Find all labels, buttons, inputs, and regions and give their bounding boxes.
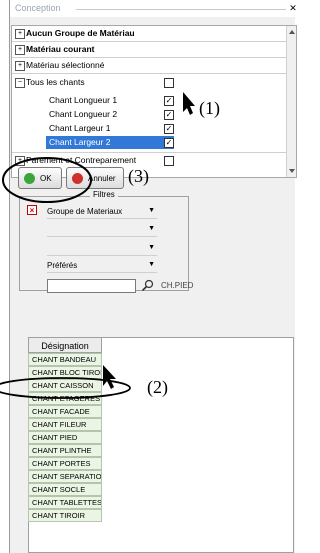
annotation-label-2: (2) xyxy=(147,377,168,397)
ok-callout-ellipse xyxy=(2,157,92,203)
annotation-label-3: (3) xyxy=(128,166,149,186)
annotation-label-1: (1) xyxy=(199,98,220,118)
annotation-overlay xyxy=(0,92,195,399)
cursor-icon-1 xyxy=(183,92,195,115)
cursor-icon-2 xyxy=(103,365,116,389)
